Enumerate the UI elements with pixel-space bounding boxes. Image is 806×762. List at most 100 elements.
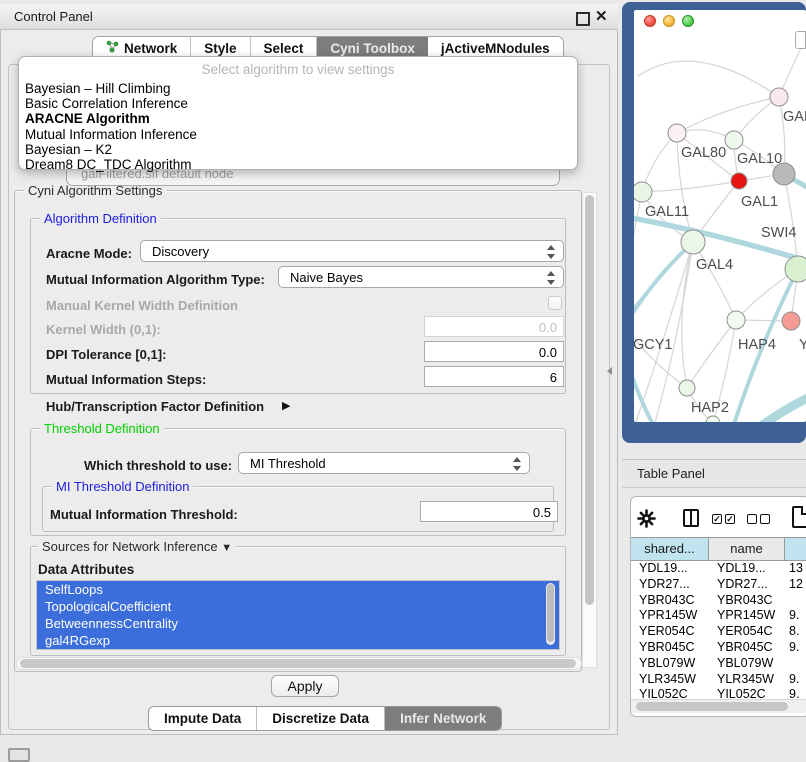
mi-steps-input[interactable]: 6 — [424, 366, 564, 387]
document-icon[interactable] — [792, 506, 806, 528]
mi-algorithm-type-select[interactable]: Naive Bayes — [278, 266, 564, 288]
network-edge — [638, 61, 779, 97]
table-cell: 9. — [785, 687, 806, 699]
tab-impute-data[interactable]: Impute Data — [149, 707, 257, 730]
table-row[interactable]: YPR145WYPR145W9. — [631, 608, 806, 624]
network-node-label: GAL11 — [645, 204, 689, 220]
network-node[interactable] — [634, 182, 652, 202]
table-row[interactable]: YIL052CYIL052C9. — [631, 687, 806, 699]
column-header-name[interactable]: name — [709, 538, 785, 560]
sources-title[interactable]: Sources for Network Inference ▼ — [38, 539, 236, 554]
algorithm-option[interactable]: Mutual Information Inference — [23, 127, 573, 142]
horizontal-scrollbar-thumb[interactable] — [20, 659, 576, 668]
table-cell: 13 — [785, 561, 806, 577]
table-cell: YDL19... — [631, 561, 709, 577]
dpi-tolerance-input[interactable]: 0.0 — [424, 341, 564, 362]
list-scrollbar[interactable] — [546, 583, 555, 645]
close-icon[interactable]: ✕ — [595, 7, 608, 25]
table-row[interactable]: YDR27...YDR27...12 — [631, 577, 806, 593]
table-horizontal-scrollbar-thumb[interactable] — [636, 702, 788, 711]
column-header-partial[interactable] — [785, 538, 806, 560]
network-node-label: GCY1 — [634, 337, 673, 353]
network-node[interactable] — [731, 173, 747, 189]
table-cell: YIL052C — [709, 687, 785, 699]
table-panel-title: Table Panel — [637, 466, 705, 481]
network-view[interactable]: GALGAL80GAL10GAL1GAL11SWI4GAL4GCY1HAP4YH… — [634, 10, 806, 422]
manual-kernel-width-checkbox[interactable] — [548, 296, 562, 310]
table-cell: YBR045C — [631, 640, 709, 656]
table-cell: 9. — [785, 672, 806, 688]
network-scrollbar[interactable] — [795, 31, 806, 49]
network-node-label: GAL — [783, 109, 806, 125]
mi-threshold-input[interactable]: 0.5 — [420, 501, 558, 522]
hub-definition-label: Hub/Transcription Factor Definition — [46, 399, 264, 414]
apply-button[interactable]: Apply — [271, 675, 339, 697]
gear-icon[interactable] — [637, 509, 656, 533]
tab-infer-network[interactable]: Infer Network — [385, 707, 501, 730]
network-node-label: HAP2 — [691, 400, 729, 416]
tab-discretize-data[interactable]: Discretize Data — [257, 707, 385, 730]
algorithm-option[interactable]: Dream8 DC_TDC Algorithm — [23, 157, 573, 172]
table-cell: YBR045C — [709, 640, 785, 656]
mac-close-icon[interactable] — [644, 15, 656, 27]
network-node[interactable] — [727, 311, 745, 329]
table-cell: 9. — [785, 640, 806, 656]
kernel-width-input[interactable]: 0.0 — [424, 316, 564, 337]
attribute-list-item[interactable]: gal4RGexp — [37, 632, 559, 649]
disclosure-right-icon[interactable]: ▶ — [282, 399, 290, 412]
network-node[interactable] — [782, 312, 800, 330]
algorithm-definition-title: Algorithm Definition — [40, 211, 161, 226]
vertical-scrollbar-thumb[interactable] — [585, 195, 594, 605]
table-row[interactable]: YDL19...YDL19...13 — [631, 561, 806, 577]
table-row[interactable]: YBL079WYBL079W — [631, 656, 806, 672]
kernel-width-label: Kernel Width (0,1): — [46, 322, 161, 337]
network-node[interactable] — [785, 256, 806, 282]
table-row[interactable]: YBR045CYBR045C9. — [631, 640, 806, 656]
algorithm-option[interactable]: Bayesian – Hill Climbing — [23, 81, 573, 96]
network-node[interactable] — [725, 131, 743, 149]
table-cell: YDR27... — [709, 577, 785, 593]
float-window-icon[interactable] — [576, 12, 590, 26]
algorithm-option[interactable]: ARACNE Algorithm — [23, 111, 573, 126]
control-panel-title: Control Panel — [14, 9, 93, 24]
network-node[interactable] — [681, 230, 705, 254]
mi-algorithm-type-label: Mutual Information Algorithm Type: — [46, 272, 265, 287]
dpi-tolerance-label: DPI Tolerance [0,1]: — [46, 347, 166, 362]
algorithm-option[interactable]: Bayesian – K2 — [23, 142, 573, 157]
table-row[interactable]: YLR345WYLR345W9. — [631, 672, 806, 688]
deselect-checks-icon[interactable] — [747, 514, 757, 524]
split-columns-icon[interactable] — [683, 509, 699, 527]
network-edge — [693, 242, 736, 320]
network-node[interactable] — [770, 88, 788, 106]
table-cell: YLR345W — [709, 672, 785, 688]
mac-minimize-icon[interactable] — [663, 15, 675, 27]
table-row[interactable]: YER054CYER054C8. — [631, 624, 806, 640]
table-row[interactable]: YBR043CYBR043C — [631, 593, 806, 609]
network-node[interactable] — [668, 124, 686, 142]
attribute-list-item[interactable]: TopologicalCoefficient — [37, 598, 559, 615]
network-edge — [750, 396, 806, 422]
panel-divider-handle[interactable] — [607, 367, 612, 375]
select-all-checks-icon[interactable]: ✓ — [712, 514, 722, 524]
deselect-checks-icon[interactable] — [760, 514, 770, 524]
column-header-shared[interactable]: shared... — [631, 538, 709, 560]
attribute-list-item[interactable]: SelfLoops — [37, 581, 559, 598]
table-rows: YDL19...YDL19...13YDR27...YDR27...12YBR0… — [631, 561, 806, 699]
disclosure-down-icon: ▼ — [221, 542, 232, 554]
network-canvas[interactable]: GALGAL80GAL10GAL1GAL11SWI4GAL4GCY1HAP4YH… — [634, 10, 806, 422]
network-node-label: GAL10 — [737, 151, 782, 167]
algorithm-dropdown-prompt: Select algorithm to view settings — [19, 62, 577, 77]
attribute-list-item[interactable]: BetweennessCentrality — [37, 615, 559, 632]
mi-steps-label: Mutual Information Steps: — [46, 372, 206, 387]
which-threshold-select[interactable]: MI Threshold — [238, 452, 530, 474]
threshold-definition-title: Threshold Definition — [40, 421, 164, 436]
mac-zoom-icon[interactable] — [682, 15, 694, 27]
aracne-mode-select[interactable]: Discovery — [140, 240, 564, 262]
network-node[interactable] — [706, 416, 720, 422]
algorithm-option[interactable]: Basic Correlation Inference — [23, 96, 573, 111]
network-node[interactable] — [679, 380, 695, 396]
data-attributes-list[interactable]: SelfLoopsTopologicalCoefficientBetweenne… — [36, 580, 560, 650]
network-edge — [634, 242, 693, 322]
dock-button[interactable] — [8, 748, 30, 762]
select-all-checks-icon[interactable]: ✓ — [725, 514, 735, 524]
